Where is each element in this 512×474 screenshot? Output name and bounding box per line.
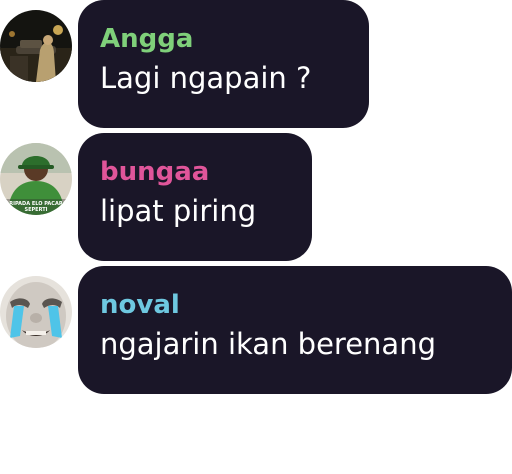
message-bubble: Angga Lagi ngapain ? bbox=[78, 0, 369, 128]
crying-face-meme-avatar-icon[interactable] bbox=[0, 276, 72, 348]
message-text: Lagi ngapain ? bbox=[100, 61, 312, 95]
message-bubble: noval ngajarin ikan berenang bbox=[78, 266, 512, 394]
sender-name: Angga bbox=[100, 24, 194, 54]
night-street-avatar-icon[interactable] bbox=[0, 10, 72, 82]
message-text: lipat piring bbox=[100, 194, 257, 228]
chat-log: Angga Lagi ngapain ? DARIPADA ELO PACARA… bbox=[0, 0, 512, 474]
message-text: ngajarin ikan berenang bbox=[100, 327, 436, 361]
gta-character-meme-avatar-icon[interactable]: DARIPADA ELO PACARAN SEPERTI bbox=[0, 143, 72, 215]
svg-text:SEPERTI: SEPERTI bbox=[25, 207, 48, 213]
message-bubble: bungaa lipat piring bbox=[78, 133, 312, 261]
sender-name: noval bbox=[100, 290, 180, 320]
sender-name: bungaa bbox=[100, 157, 210, 187]
